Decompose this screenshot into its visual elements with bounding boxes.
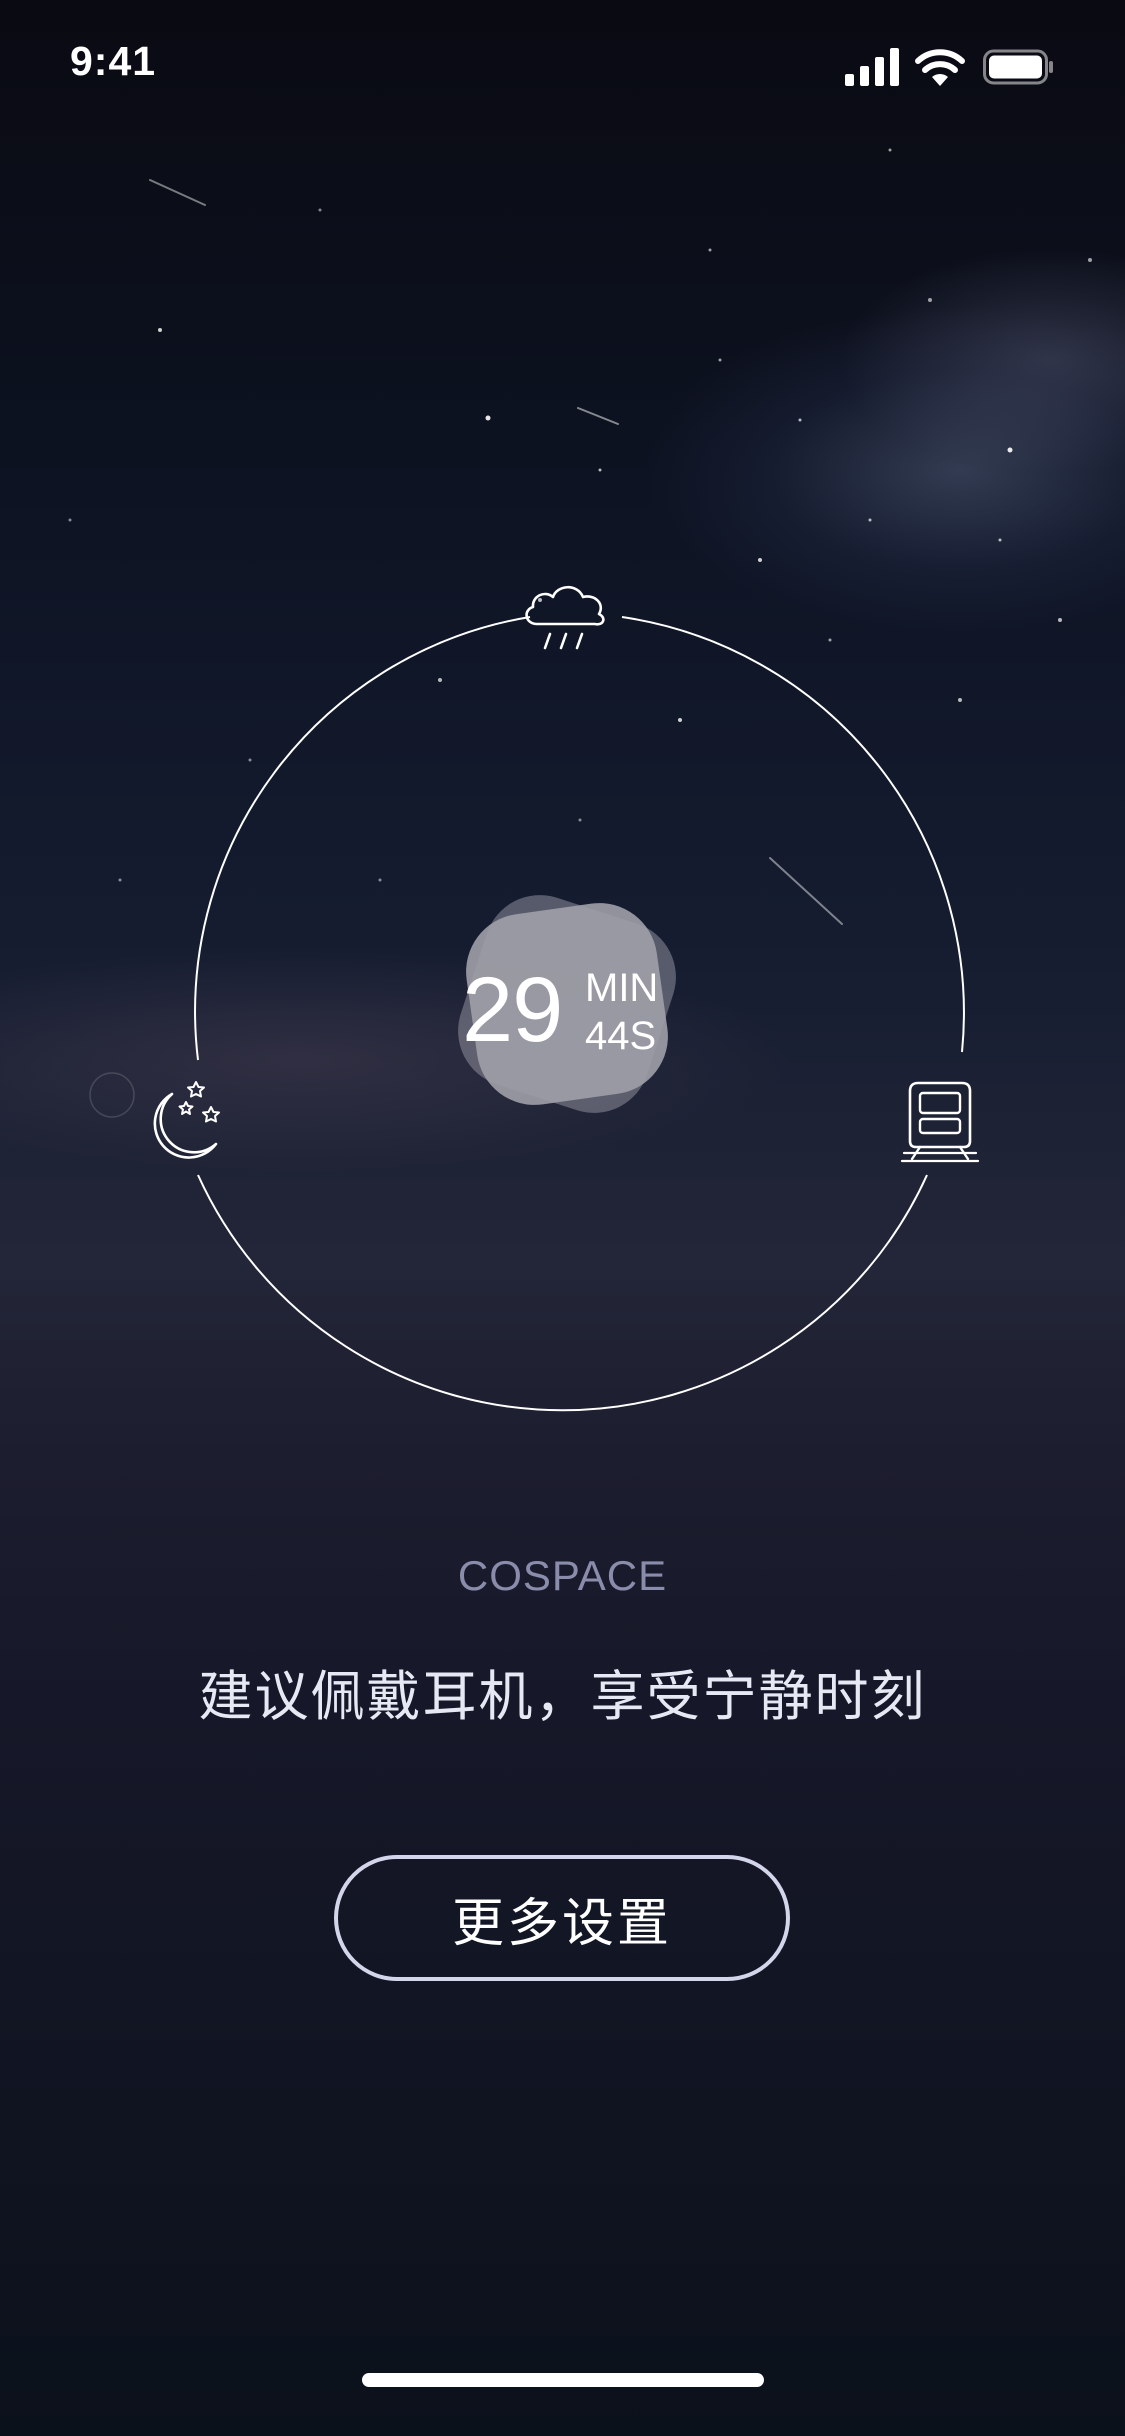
rain-cloud-icon — [525, 585, 605, 650]
timer-seconds: 44S — [585, 1014, 657, 1058]
tagline-text: 建议佩戴耳机，享受宁静时刻 — [198, 1665, 927, 1728]
scene-dial: 29 MIN 44S — [0, 0, 1125, 1450]
moon-stars-icon — [153, 1081, 220, 1159]
dial-ring — [194, 616, 965, 1412]
rain-cloud-button[interactable] — [515, 578, 615, 658]
train-icon — [900, 1081, 980, 1163]
timer-minutes: 29 — [462, 959, 563, 1061]
countdown-timer[interactable]: 29 MIN 44S — [427, 864, 707, 1144]
moon-stars-button[interactable] — [134, 1072, 234, 1172]
more-settings-label: 更多设置 — [451, 1893, 672, 1954]
home-indicator[interactable] — [362, 2373, 764, 2387]
brand-name: COSPACE — [457, 1552, 668, 1599]
timer-minutes-unit: MIN — [585, 966, 659, 1010]
app-screen: 9:41 29 MIN 44S COSPACE 建议佩戴耳机，享受宁静时刻 更多… — [0, 0, 1125, 2436]
more-settings-button[interactable]: 更多设置 — [334, 1855, 790, 1981]
train-button[interactable] — [890, 1072, 990, 1172]
